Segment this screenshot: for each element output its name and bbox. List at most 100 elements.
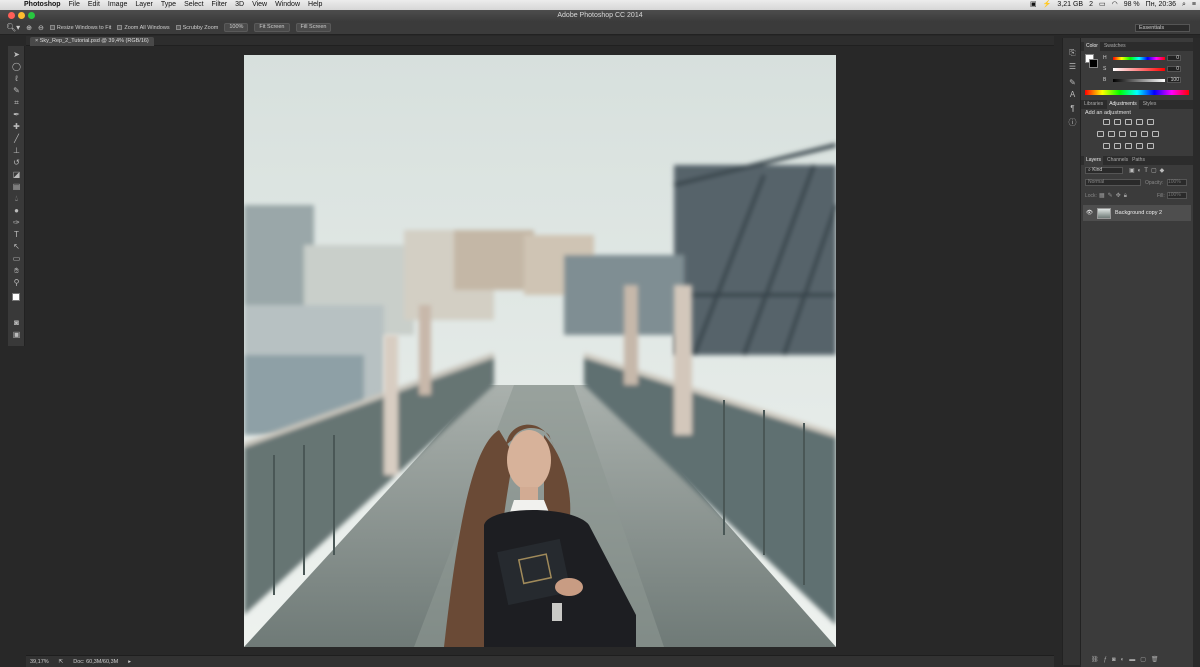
color-background-swatch[interactable]	[1089, 59, 1098, 68]
layer-row[interactable]: 👁︎ Background copy 2	[1083, 205, 1191, 221]
channel-mixer-icon[interactable]	[1141, 131, 1148, 137]
blur-tool-icon[interactable]: 💧︎	[11, 194, 22, 203]
notification-list-icon[interactable]: ≡	[1192, 0, 1196, 10]
menu-layer[interactable]: Layer	[131, 0, 157, 10]
new-group-icon[interactable]: ▬	[1129, 657, 1140, 663]
tab-styles[interactable]: Styles	[1143, 100, 1157, 109]
delete-layer-icon[interactable]: 🗑︎	[1151, 657, 1164, 663]
zoom-window-button[interactable]	[28, 12, 35, 19]
brush-tool-icon[interactable]: ╱	[11, 134, 22, 143]
vibrance-icon[interactable]	[1147, 119, 1154, 125]
history-brush-tool-icon[interactable]: ↺	[11, 158, 22, 167]
saturation-slider[interactable]	[1113, 68, 1165, 71]
layer-filter-icons[interactable]: ▣◐T▢◆	[1129, 167, 1167, 174]
history-panel-icon[interactable]: ⎘	[1067, 48, 1078, 57]
pen-tool-icon[interactable]: ✑	[11, 218, 22, 227]
document-tab[interactable]: × Sky_Rep_2_Tutorial.psd @ 39,4% (RGB/16…	[30, 37, 154, 46]
posterize-icon[interactable]	[1114, 143, 1121, 149]
clone-stamp-tool-icon[interactable]: ⊥	[11, 146, 22, 155]
brush-panel-icon[interactable]: ✎	[1067, 78, 1078, 87]
menu-file[interactable]: File	[65, 0, 84, 10]
layer-name[interactable]: Background copy 2	[1115, 210, 1162, 216]
clock[interactable]: Пн, 20:36	[1146, 0, 1176, 10]
curves-icon[interactable]	[1125, 119, 1132, 125]
camera-icon[interactable]: ▣	[1030, 0, 1037, 10]
zoom-in-icon[interactable]: ⊕	[26, 24, 32, 32]
spotlight-search-icon[interactable]: ⌕	[1182, 0, 1186, 10]
menu-window[interactable]: Window	[271, 0, 304, 10]
menu-edit[interactable]: Edit	[84, 0, 104, 10]
levels-icon[interactable]	[1114, 119, 1121, 125]
layer-filter-select[interactable]: ⌕ Kind	[1085, 167, 1123, 174]
doc-size-readout[interactable]: Doc: 60,3M/60,3M	[73, 659, 118, 665]
threshold-icon[interactable]	[1125, 143, 1132, 149]
photo-filter-icon[interactable]	[1130, 131, 1137, 137]
path-select-tool-icon[interactable]: ↖	[11, 242, 22, 251]
gradient-map-icon[interactable]	[1136, 143, 1143, 149]
close-window-button[interactable]	[8, 12, 15, 19]
marquee-tool-icon[interactable]: ◯	[11, 62, 22, 71]
zoom-tool-preset-icon[interactable]: 🔍︎▾	[6, 23, 20, 32]
dodge-tool-icon[interactable]: ●	[11, 206, 22, 215]
menu-app-name[interactable]: Photoshop	[20, 0, 65, 10]
tab-swatches[interactable]: Swatches	[1104, 42, 1126, 51]
wifi-icon[interactable]: ◠	[1112, 0, 1118, 10]
zoom-tool-icon[interactable]: ⚲	[11, 278, 22, 287]
export-icon[interactable]: ⇱	[59, 659, 64, 665]
menu-help[interactable]: Help	[304, 0, 326, 10]
eyedropper-tool-icon[interactable]: ✒	[11, 110, 22, 119]
hue-saturation-icon[interactable]	[1097, 131, 1104, 137]
selective-color-icon[interactable]	[1147, 143, 1154, 149]
battery-readout[interactable]: 98 %	[1124, 0, 1140, 10]
resize-windows-checkbox[interactable]: Resize Windows to Fit	[49, 25, 111, 31]
layers-footer-icons[interactable]: ⛓ƒ◙◐▬▢🗑︎	[1091, 656, 1164, 663]
type-tool-icon[interactable]: T	[11, 230, 22, 239]
exposure-icon[interactable]	[1136, 119, 1143, 125]
flash-icon[interactable]: ⚡	[1043, 0, 1052, 10]
move-tool-icon[interactable]: ➤	[11, 50, 22, 59]
menu-image[interactable]: Image	[104, 0, 131, 10]
hue-slider[interactable]	[1113, 57, 1165, 60]
fit-screen-button[interactable]: Fit Screen	[254, 23, 290, 32]
tab-paths[interactable]: Paths	[1132, 156, 1145, 165]
tab-color[interactable]: Color	[1084, 42, 1100, 51]
zoom-out-icon[interactable]: ⊖	[38, 24, 44, 32]
fill-screen-button[interactable]: Fill Screen	[295, 23, 332, 32]
healing-brush-tool-icon[interactable]: ✚	[11, 122, 22, 131]
scrubby-zoom-checkbox[interactable]: Scrubby Zoom	[175, 25, 218, 31]
menu-filter[interactable]: Filter	[208, 0, 232, 10]
opacity-value[interactable]: 100%	[1167, 179, 1187, 186]
document-canvas-photo[interactable]	[244, 55, 836, 647]
display-icon[interactable]: ▭	[1099, 0, 1106, 10]
rectangle-tool-icon[interactable]: ▭	[11, 254, 22, 263]
memory-readout[interactable]: 3,21 GB	[1057, 0, 1083, 10]
properties-panel-icon[interactable]: ☰	[1067, 62, 1078, 71]
saturation-value[interactable]: 0	[1167, 66, 1181, 72]
invert-icon[interactable]	[1103, 143, 1110, 149]
zoom-percentage[interactable]: 39,17%	[30, 659, 49, 665]
screen-mode-icon[interactable]: ▣	[11, 330, 22, 339]
eye-icon[interactable]: 👁︎	[1086, 210, 1093, 216]
blend-mode-select[interactable]: Normal	[1085, 179, 1141, 186]
fx-icon[interactable]: ƒ	[1104, 657, 1112, 663]
tab-channels[interactable]: Channels	[1107, 156, 1128, 165]
eraser-tool-icon[interactable]: ◪	[11, 170, 22, 179]
minimize-window-button[interactable]	[18, 12, 25, 19]
lasso-tool-icon[interactable]: ℓ	[11, 74, 22, 83]
quick-select-tool-icon[interactable]: ✎	[11, 86, 22, 95]
paragraph-panel-icon[interactable]: ¶	[1067, 104, 1078, 113]
gradient-tool-icon[interactable]: ▤	[11, 182, 22, 191]
color-ramp[interactable]	[1085, 90, 1189, 95]
new-layer-icon[interactable]: ▢	[1140, 657, 1151, 663]
workspace-select[interactable]: Essentials	[1135, 24, 1190, 32]
menu-select[interactable]: Select	[180, 0, 207, 10]
black-white-icon[interactable]	[1119, 131, 1126, 137]
hue-value[interactable]: 0	[1167, 55, 1181, 61]
color-balance-icon[interactable]	[1108, 131, 1115, 137]
tab-adjustments[interactable]: Adjustments	[1107, 100, 1139, 109]
color-lookup-icon[interactable]	[1152, 131, 1159, 137]
brightness-slider[interactable]	[1113, 79, 1165, 82]
new-adjustment-icon[interactable]: ◐	[1121, 657, 1130, 663]
foreground-color-swatch[interactable]	[12, 293, 20, 301]
status-menu-arrow-icon[interactable]: ▸	[128, 659, 131, 665]
